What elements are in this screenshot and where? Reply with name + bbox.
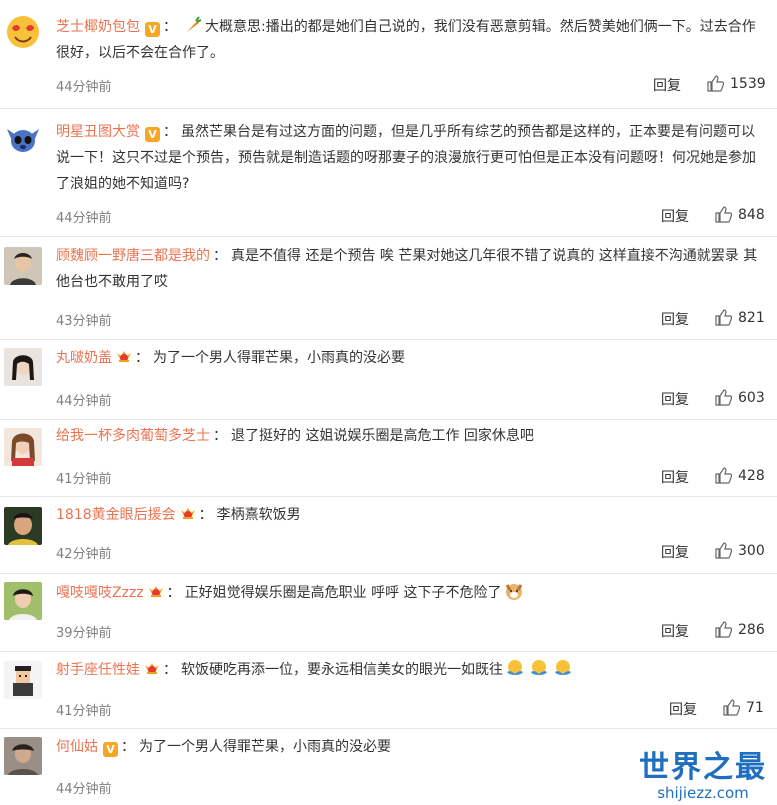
- like-count: 428: [738, 467, 765, 484]
- comment-text: 丸啵奶盖：为了一个男人得罪芒果，小雨真的没必要: [56, 350, 405, 366]
- comment-time: 43分钟前: [56, 314, 112, 329]
- username-link[interactable]: 丸啵奶盖: [56, 350, 112, 366]
- fan-crown-icon: [145, 663, 159, 674]
- comment-time: 39分钟前: [56, 626, 112, 641]
- comment-item: 芝士椰奶包包 V：大概意思:播出的都是她们自己说的，我们没有恶意剪辑。然后赞美她们…: [0, 0, 777, 109]
- carrot-emoji-icon: [187, 16, 202, 32]
- avatar[interactable]: [4, 507, 42, 545]
- username-link[interactable]: 嘎吱嘎吱Zzzz: [56, 585, 144, 601]
- comment-text: 1818黄金眼后援会：李柄熹软饭男: [56, 507, 301, 523]
- thumbs-up-icon: [715, 389, 732, 406]
- thumbs-up-icon: [715, 542, 732, 559]
- like-count: 286: [738, 621, 765, 638]
- like-button[interactable]: 848: [715, 206, 765, 223]
- like-button[interactable]: 71: [723, 699, 764, 716]
- like-button[interactable]: 821: [715, 309, 765, 326]
- like-button[interactable]: 428: [715, 467, 765, 484]
- reply-button[interactable]: 回复: [669, 699, 697, 719]
- comment-body: 正好姐觉得娱乐圈是高危职业 呼呼 这下子不危险了: [184, 585, 502, 601]
- comment-list: 芝士椰奶包包 V：大概意思:播出的都是她们自己说的，我们没有恶意剪辑。然后赞美她们…: [0, 0, 777, 805]
- thumbs-up-icon: [715, 621, 732, 638]
- thumbs-up-icon: [715, 309, 732, 326]
- comment-text: 顾魏顾一野唐三都是我的：真是不值得 还是个预告 唉 芒果对她这几年很不错了说真的…: [56, 248, 758, 290]
- avatar[interactable]: [4, 582, 42, 620]
- thumbs-up-icon: [715, 467, 732, 484]
- comment-time: 44分钟前: [56, 80, 112, 95]
- verified-v-icon: V: [145, 22, 160, 37]
- avatar[interactable]: [4, 119, 42, 157]
- username-link[interactable]: 芝士椰奶包包: [56, 19, 140, 35]
- comment-time: 44分钟前: [56, 211, 112, 226]
- reply-button[interactable]: 回复: [661, 389, 689, 409]
- comment-body: 虽然芒果台是有过这方面的问题，但是几乎所有综艺的预告都是这样的，正本要是有问题可…: [56, 124, 756, 192]
- comment-item: 给我一杯多肉葡萄多芝士：退了挺好的 这姐说娱乐圈是高危工作 回家休息吧 41分钟…: [0, 420, 777, 497]
- comment-body: 为了一个男人得罪芒果，小雨真的没必要: [153, 350, 405, 366]
- comment-body: 退了挺好的 这姐说娱乐圈是高危工作 回家休息吧: [231, 428, 534, 444]
- like-count: 603: [738, 389, 765, 406]
- reply-button[interactable]: 回复: [653, 75, 681, 95]
- username-link[interactable]: 何仙姑: [56, 739, 98, 755]
- verified-v-icon: V: [145, 127, 160, 142]
- reply-button[interactable]: 回复: [661, 309, 689, 329]
- comment-time: 44分钟前: [56, 394, 112, 409]
- watermark-url: shijiezz.com: [657, 784, 749, 802]
- username-link[interactable]: 射手座任性娃: [56, 662, 140, 678]
- avatar[interactable]: [4, 348, 42, 386]
- avatar[interactable]: [4, 428, 42, 466]
- fan-crown-icon: [180, 508, 195, 519]
- comment-body: 李柄熹软饭男: [216, 507, 301, 523]
- comment-text: 芝士椰奶包包 V：大概意思:播出的都是她们自己说的，我们没有恶意剪辑。然后赞美她们…: [56, 14, 765, 66]
- comment-text: 嘎吱嘎吱Zzzz：正好姐觉得娱乐圈是高危职业 呼呼 这下子不危险了: [56, 580, 765, 606]
- reply-button[interactable]: 回复: [661, 621, 689, 641]
- like-count: 821: [738, 309, 765, 326]
- dog-emoji-icon: [505, 584, 522, 600]
- like-button[interactable]: 286: [715, 621, 765, 638]
- like-count: 71: [746, 699, 764, 716]
- hug-emoji-icon: [531, 660, 547, 675]
- comment-time: 44分钟前: [56, 782, 112, 797]
- reply-button[interactable]: 回复: [661, 467, 689, 487]
- thumbs-up-icon: [715, 206, 732, 223]
- avatar[interactable]: [4, 247, 42, 285]
- username-link[interactable]: 明星丑图大赏: [56, 124, 140, 140]
- comment-item: 1818黄金眼后援会：李柄熹软饭男 42分钟前 回复 300: [0, 497, 777, 574]
- comment-item: 嘎吱嘎吱Zzzz：正好姐觉得娱乐圈是高危职业 呼呼 这下子不危险了 39分钟前 …: [0, 574, 777, 652]
- like-count: 300: [738, 542, 765, 559]
- comment-text: 射手座任性娃：软饭硬吃再添一位，要永远相信美女的眼光一如既往: [56, 657, 765, 683]
- comment-body: 大概意思:播出的都是她们自己说的，我们没有恶意剪辑。然后赞美她们俩一下。过去合作…: [56, 19, 756, 61]
- reply-button[interactable]: 回复: [661, 542, 689, 562]
- comment-item: 明星丑图大赏 V：虽然芒果台是有过这方面的问题，但是几乎所有综艺的预告都是这样的，…: [0, 109, 777, 237]
- username-link[interactable]: 顾魏顾一野唐三都是我的: [56, 248, 210, 264]
- like-count: 1539: [730, 75, 766, 92]
- username-link[interactable]: 1818黄金眼后援会: [56, 507, 176, 523]
- comment-body: 为了一个男人得罪芒果，小雨真的没必要: [139, 739, 391, 755]
- hug-emoji-icon: [507, 660, 523, 675]
- comment-item: 丸啵奶盖：为了一个男人得罪芒果，小雨真的没必要 44分钟前 回复 603: [0, 340, 777, 420]
- thumbs-up-icon: [723, 699, 740, 716]
- like-button[interactable]: 1539: [707, 75, 766, 92]
- avatar[interactable]: [4, 737, 42, 775]
- comment-time: 42分钟前: [56, 547, 112, 562]
- watermark-title: 世界之最: [639, 750, 767, 785]
- hug-emoji-icon: [555, 660, 571, 675]
- comment-time: 41分钟前: [56, 472, 112, 487]
- fan-crown-icon: [117, 351, 131, 362]
- comment-item: 射手座任性娃：软饭硬吃再添一位，要永远相信美女的眼光一如既往 41分钟前 回复 …: [0, 652, 777, 729]
- like-count: 848: [738, 206, 765, 223]
- site-watermark: 世界之最 shijiezz.com: [639, 750, 767, 802]
- like-button[interactable]: 603: [715, 389, 765, 406]
- comment-text: 明星丑图大赏 V：虽然芒果台是有过这方面的问题，但是几乎所有综艺的预告都是这样的，…: [56, 124, 756, 192]
- fan-crown-icon: [148, 586, 163, 597]
- reply-button[interactable]: 回复: [661, 206, 689, 226]
- avatar[interactable]: [4, 12, 42, 50]
- thumbs-up-icon: [707, 75, 724, 92]
- username-link[interactable]: 给我一杯多肉葡萄多芝士: [56, 428, 210, 444]
- avatar[interactable]: [4, 661, 42, 699]
- comment-item: 顾魏顾一野唐三都是我的：真是不值得 还是个预告 唉 芒果对她这几年很不错了说真的…: [0, 237, 777, 340]
- comment-body: 软饭硬吃再添一位，要永远相信美女的眼光一如既往: [181, 662, 503, 678]
- comment-time: 41分钟前: [56, 704, 112, 719]
- verified-v-icon: V: [103, 742, 118, 757]
- comment-text: 给我一杯多肉葡萄多芝士：退了挺好的 这姐说娱乐圈是高危工作 回家休息吧: [56, 428, 534, 444]
- like-button[interactable]: 300: [715, 542, 765, 559]
